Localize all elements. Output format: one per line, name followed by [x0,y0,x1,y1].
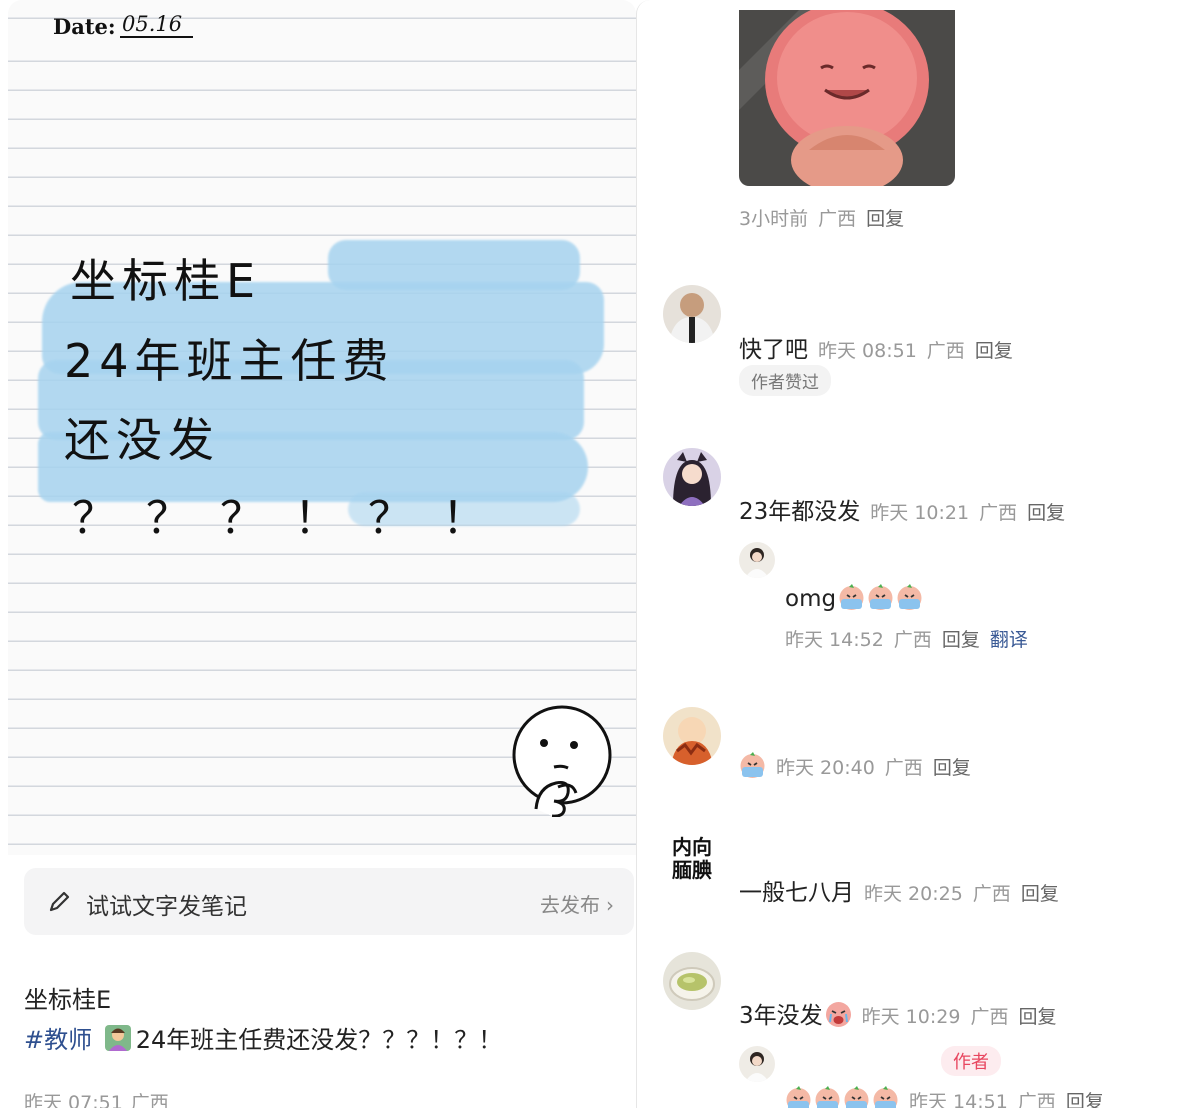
avatar[interactable] [739,542,775,578]
publish-link[interactable]: 去发布 › [540,889,614,918]
comment-location: 广西 [972,883,1011,905]
comment-location: 广西 [818,208,857,230]
comment-row: 23年都没发 昨天 10:21 广西 回复 [739,492,1065,526]
comment-row: 一般七八月 昨天 20:25 广西 回复 [739,873,1059,907]
comment-location: 广西 [884,757,923,779]
comment-row: 快了吧 昨天 08:51 广西 回复 [739,330,1013,364]
crying-emoji-icon [897,584,922,610]
comment-time: 3小时前 [739,208,809,230]
reply-button[interactable]: 回复 [942,629,980,651]
comment-time: 昨天 10:29 [861,1006,961,1028]
crying-emoji-icon [786,1086,811,1108]
publish-label: 去发布 [540,893,600,917]
crying-emoji-icon [868,584,893,610]
avatar[interactable] [663,952,721,1010]
comment-location: 广西 [970,1006,1009,1028]
post-meta: 昨天 07:51 广西 [24,1088,177,1108]
avatar-text: 内向 腼腆 [672,835,712,882]
handwritten-line: 还没发 [64,413,220,467]
note-image-card[interactable]: Date: 05.16 坐标桂E 24年班主任费 还没发 ？？？！？！ [8,0,636,855]
comment-time: 昨天 10:21 [870,502,970,524]
translate-button[interactable]: 翻译 [990,629,1028,651]
thinking-face-icon [512,705,612,817]
comment-row: 昨天 20:40 广西 回复 [739,752,971,780]
comment-time: 昨天 08:51 [818,340,917,362]
comment-text: 快了吧 [739,337,808,363]
avatar[interactable] [739,1046,775,1082]
reply-button[interactable]: 回复 [866,208,904,230]
handwritten-line: 24年班主任费 [64,334,395,388]
reply-text: omg [785,586,837,612]
reply-row: 昨天 14:51 广西 回复 [785,1086,1104,1108]
meme-sticker-image[interactable] [739,10,955,186]
post-time: 昨天 07:51 [24,1092,123,1108]
handwritten-line: ？？？！？！ [72,493,516,544]
avatar[interactable] [663,285,721,343]
reply-meta: 昨天 14:52 广西 回复 翻译 [785,625,1038,652]
crying-emoji-icon [873,1086,898,1108]
crying-emoji-icon [740,752,765,778]
reply-location: 广西 [1017,1091,1056,1108]
post-body-text: 24年班主任费还没发？？？！？！ [135,1026,503,1054]
reply-button[interactable]: 回复 [1066,1091,1104,1108]
avatar[interactable]: 内向 腼腆 [663,830,721,888]
reply-button[interactable]: 回复 [1027,502,1065,524]
post-title: 坐标桂E [24,986,112,1014]
hashtag-link[interactable]: #教师 [24,1026,92,1054]
comment-text: 3年没发 [739,1003,823,1029]
teacher-emoji-icon [104,1025,131,1051]
avatar[interactable] [663,707,721,765]
crying-face-icon [825,1002,851,1027]
reply-time: 昨天 14:52 [785,629,884,651]
author-badge: 作者 [941,1046,1001,1076]
author-liked-badge: 作者赞过 [739,365,831,396]
reply-button[interactable]: 回复 [933,757,971,779]
try-text-note-bar[interactable]: 试试文字发笔记 去发布 › [24,868,634,935]
comment-text: 一般七八月 [739,880,854,906]
comment-time: 昨天 20:40 [776,757,875,779]
reply-button[interactable]: 回复 [975,340,1013,362]
reply-location: 广西 [893,629,932,651]
comments-panel: 3小时前 广西 回复 快了吧 昨天 08:51 广西 回复 作者赞过 23年都没发 昨天 1… [636,0,1200,1108]
handwritten-line: 坐标桂E [70,254,262,308]
comment-location: 广西 [926,340,965,362]
comment-row: 3年没发 昨天 10:29 广西 回复 [739,996,1056,1030]
reply-time: 昨天 14:51 [909,1091,1008,1108]
crying-emoji-icon [839,584,864,610]
comment-meta: 3小时前 广西 回复 [739,204,914,231]
crying-emoji-icon [815,1086,840,1108]
post-location: 广西 [130,1092,169,1108]
reply-button[interactable]: 回复 [1021,883,1059,905]
try-text-label: 试试文字发笔记 [86,894,247,920]
note-post-panel: Date: 05.16 坐标桂E 24年班主任费 还没发 ？？？！？！ 试试文字… [0,0,636,1108]
comment-location: 广西 [979,502,1018,524]
avatar[interactable] [663,448,721,506]
reply-button[interactable]: 回复 [1018,1006,1056,1028]
post-body: #教师 24年班主任费还没发？？？！？！ [24,1020,502,1055]
note-date-value: 05.16 [120,12,193,38]
pencil-icon [49,891,70,912]
crying-emoji-icon [844,1086,869,1108]
chevron-right-icon: › [606,893,614,917]
note-date-label: Date: [53,14,116,39]
comment-text: 23年都没发 [739,499,861,525]
reply-row: omg [785,584,925,612]
comment-time: 昨天 20:25 [864,883,963,905]
